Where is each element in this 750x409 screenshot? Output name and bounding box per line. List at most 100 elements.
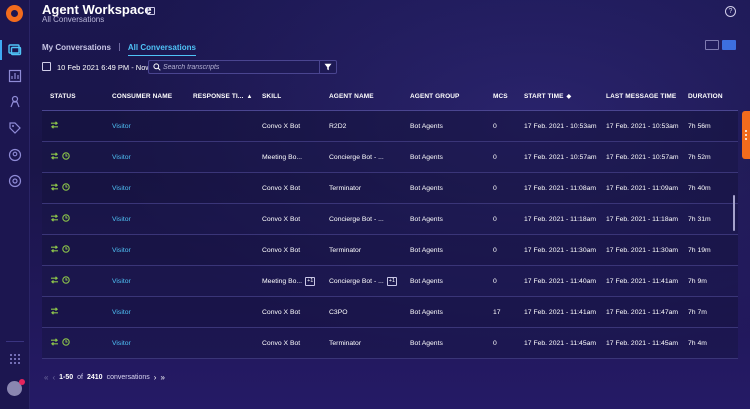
skill-cell: Convo X Bot: [254, 247, 321, 254]
collapse-panel-icon[interactable]: [147, 7, 155, 15]
col-status[interactable]: STATUS: [42, 93, 104, 100]
transfer-icon: [50, 121, 59, 131]
consumer-name-link[interactable]: Visitor: [104, 216, 185, 223]
user-icon[interactable]: [0, 145, 30, 165]
split-view-icon[interactable]: [705, 40, 719, 50]
consumer-name-link[interactable]: Visitor: [104, 278, 185, 285]
skill-cell: Convo X Bot: [254, 123, 321, 130]
consumer-name-link[interactable]: Visitor: [104, 185, 185, 192]
notification-dot: [19, 379, 25, 385]
table-row[interactable]: Visitor Convo X Bot Terminator Bot Agents 0 1…: [42, 235, 738, 266]
transfer-icon: [50, 183, 59, 193]
avatar[interactable]: [7, 379, 25, 396]
skill-cell: Convo X Bot: [254, 185, 321, 192]
consumer-name-link[interactable]: Visitor: [104, 154, 185, 161]
agent-name: Concierge Bot - ...: [329, 215, 384, 223]
col-consumer-name[interactable]: CONSUMER NAME: [104, 93, 185, 100]
skill-more-badge[interactable]: +1: [305, 276, 316, 286]
list-view-icon[interactable]: [722, 40, 736, 50]
tab-divider: [118, 43, 120, 51]
col-response-time-label: RESPONSE TI...: [193, 93, 244, 100]
next-page-icon[interactable]: ›: [154, 373, 157, 382]
start-time-cell: 17 Feb. 2021 - 11:18am: [524, 215, 597, 223]
skill-cell: Meeting Bo... +1: [254, 276, 321, 286]
question-icon[interactable]: ?: [725, 6, 736, 17]
sort-up-icon: ▲: [246, 93, 253, 100]
calendar-icon[interactable]: [42, 62, 51, 71]
date-range[interactable]: 10 Feb 2021 6:49 PM - Now: [57, 63, 151, 72]
conversations-icon[interactable]: [0, 40, 30, 60]
col-mcs[interactable]: MCS: [485, 93, 516, 100]
search-icon: [151, 63, 163, 71]
last-page-icon[interactable]: »: [160, 373, 164, 382]
scrollbar[interactable]: [733, 195, 735, 231]
prev-page-icon[interactable]: ‹: [52, 373, 55, 382]
last-message-time-cell: 17 Feb. 2021 - 11:45am: [606, 339, 679, 347]
transfer-icon: [50, 214, 59, 224]
apps-grid-icon[interactable]: [0, 349, 30, 369]
agent-more-badge[interactable]: +1: [386, 276, 398, 286]
table-row[interactable]: Visitor Meeting Bo... +1 Concierge Bot - ..…: [42, 266, 738, 297]
settings-icon[interactable]: [0, 171, 30, 191]
col-skill[interactable]: SKILL: [254, 93, 321, 100]
table-row[interactable]: Visitor Convo X Bot Terminator Bot Agents 0 1…: [42, 328, 738, 359]
view-toggle: [705, 40, 736, 50]
table-row[interactable]: Visitor Convo X Bot R2D2 Bot Agents 0 17 Feb.…: [42, 111, 738, 142]
agent-name: R2D2: [329, 122, 347, 130]
col-duration[interactable]: DURATION: [680, 93, 738, 100]
agent-cell: R2D2: [321, 123, 402, 130]
table-row[interactable]: Visitor Convo X Bot Concierge Bot - ... Bot…: [42, 204, 738, 235]
last-message-time-cell: 17 Feb. 2021 - 11:30am: [606, 246, 679, 254]
status-cell: [42, 338, 104, 348]
duration-cell: 7h 52m: [688, 153, 711, 161]
col-last-message-time[interactable]: LAST MESSAGE TIME: [598, 93, 680, 100]
table-row[interactable]: Visitor Convo X Bot C3PO Bot Agents 17 17 Feb…: [42, 297, 738, 328]
page-unit: conversations: [106, 374, 150, 381]
conversation-tabs: My Conversations All Conversations: [42, 40, 196, 56]
first-page-icon[interactable]: «: [44, 373, 48, 382]
timer-icon: [62, 276, 70, 286]
app-logo-icon[interactable]: [6, 5, 23, 22]
agent-name: C3PO: [329, 308, 348, 316]
col-response-time[interactable]: RESPONSE TI... ▲: [185, 93, 254, 100]
agent-name: Terminator: [329, 246, 362, 254]
consumer-name-link[interactable]: Visitor: [104, 309, 185, 316]
table-row[interactable]: Visitor Meeting Bo... Concierge Bot - ... B…: [42, 142, 738, 173]
col-agent-group[interactable]: AGENT GROUP: [402, 93, 485, 100]
duration-cell: 7h 4m: [688, 339, 707, 347]
timer-icon: [62, 152, 70, 162]
search-input[interactable]: [163, 63, 319, 71]
left-nav-rail: [0, 0, 30, 409]
start-time-cell: 17 Feb. 2021 - 10:53am: [524, 122, 597, 130]
conversations-table: STATUS CONSUMER NAME RESPONSE TI... ▲ SKI…: [42, 83, 738, 359]
page-of: of: [77, 374, 83, 381]
consumer-name-link[interactable]: Visitor: [104, 340, 185, 347]
col-agent-name[interactable]: AGENT NAME: [321, 93, 402, 100]
status-cell: [42, 121, 104, 131]
tag-icon[interactable]: [0, 118, 30, 138]
skill-name: Convo X Bot: [262, 246, 301, 254]
tab-my-conversations[interactable]: My Conversations: [42, 43, 111, 52]
agent-cell: Concierge Bot - ...: [321, 154, 402, 161]
start-time-cell: 17 Feb. 2021 - 11:40am: [524, 277, 597, 285]
status-cell: [42, 245, 104, 255]
tab-all-conversations[interactable]: All Conversations: [127, 43, 196, 56]
duration-cell: 7h 19m: [688, 246, 711, 254]
table-body: Visitor Convo X Bot R2D2 Bot Agents 0 17 Feb.…: [42, 111, 738, 359]
mcs-cell: 0: [493, 339, 497, 347]
consumer-name-link[interactable]: Visitor: [104, 247, 185, 254]
side-panel-handle[interactable]: [742, 111, 750, 159]
last-message-time-cell: 17 Feb. 2021 - 11:47am: [606, 308, 679, 316]
consumer-name-link[interactable]: Visitor: [104, 123, 185, 130]
analytics-icon[interactable]: [0, 66, 30, 86]
mcs-cell: 0: [493, 122, 497, 130]
filter-icon[interactable]: [319, 60, 336, 74]
last-message-time-cell: 17 Feb. 2021 - 11:09am: [606, 184, 679, 192]
col-start-time-label: START TIME: [524, 93, 564, 100]
start-time-cell: 17 Feb. 2021 - 11:30am: [524, 246, 597, 254]
start-time-cell: 17 Feb. 2021 - 11:08am: [524, 184, 597, 192]
manager-icon[interactable]: [0, 92, 30, 112]
col-start-time[interactable]: START TIME ◆: [516, 93, 598, 100]
table-row[interactable]: Visitor Convo X Bot Terminator Bot Agents 0 1…: [42, 173, 738, 204]
agent-name: Terminator: [329, 339, 362, 347]
